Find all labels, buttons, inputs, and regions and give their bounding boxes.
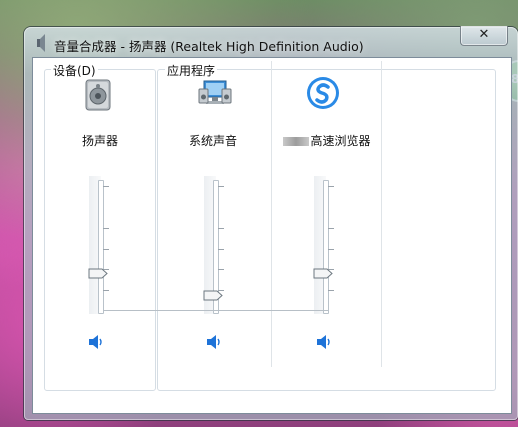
redacted-prefix — [283, 137, 310, 146]
browser-mute-button[interactable] — [315, 334, 333, 350]
app-name-system-sounds: 系统声音 — [188, 134, 237, 148]
close-icon: ✕ — [478, 27, 490, 42]
system-sounds-volume-slider[interactable] — [200, 176, 250, 316]
speaker-device-icon[interactable] — [81, 78, 115, 112]
device-group: 设备(D) 扬声器 — [44, 62, 156, 391]
speaker-title-icon — [37, 34, 45, 52]
browser-volume-thumb[interactable] — [313, 268, 333, 279]
app-name-browser: 高速浏览器 — [272, 132, 382, 149]
device-name: 扬声器 — [81, 134, 118, 148]
window-title: 音量合成器 - 扬声器 (Realtek High Definition Aud… — [54, 39, 364, 54]
browser-s-icon[interactable] — [306, 76, 340, 110]
volume-mixer-window: 音量合成器 - 扬声器 (Realtek High Definition Aud… — [24, 26, 518, 420]
device-volume-slider[interactable] — [85, 176, 135, 316]
column-divider — [381, 61, 382, 367]
applications-group: 应用程序 系统声音 高速浏览器 — [157, 61, 496, 391]
browser-volume-slider[interactable] — [310, 176, 360, 316]
app-column-system-sounds: 系统声音 — [158, 70, 268, 390]
device-mute-button[interactable] — [87, 334, 105, 350]
app-column-browser: 高速浏览器 — [272, 70, 382, 390]
volume-link-line — [103, 310, 328, 311]
device-volume-thumb[interactable] — [88, 268, 108, 279]
close-button[interactable]: ✕ — [460, 26, 508, 46]
device-column: 扬声器 — [45, 70, 155, 390]
system-sounds-mute-button[interactable] — [205, 334, 223, 350]
system-sounds-icon[interactable] — [198, 78, 232, 112]
mixer-client-area: 设备(D) 扬声器 应用程序 系统声音 高速浏览器 — [32, 57, 512, 414]
system-sounds-volume-thumb[interactable] — [203, 290, 223, 301]
app-name-browser-text: 高速浏览器 — [310, 134, 371, 148]
